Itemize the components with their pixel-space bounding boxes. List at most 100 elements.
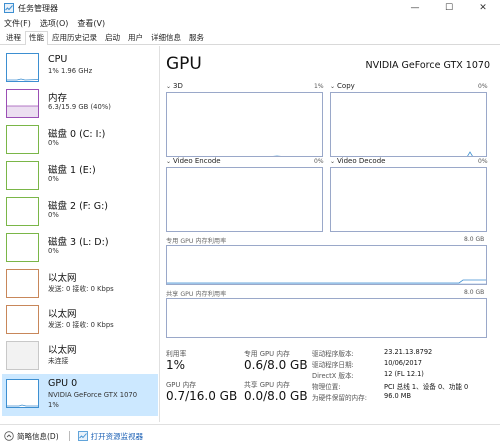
gpu-memory-stat-value: 0.7/16.0 GB (166, 389, 238, 403)
engine-3d-graph (166, 92, 323, 157)
ethernet-thumbnail-graph (6, 305, 39, 334)
tab-performance[interactable]: 性能 (25, 31, 48, 45)
open-resource-monitor-link[interactable]: 打开资源监视器 (77, 431, 144, 442)
window-controls: — ☐ ✕ (398, 0, 500, 16)
tab-details[interactable]: 详细信息 (147, 31, 185, 44)
sidebar-item-label: 以太网 (48, 273, 77, 284)
dedicated-memory-stat-label: 专用 GPU 内存 (244, 350, 290, 358)
engine-video-encode-graph (166, 167, 323, 232)
sidebar-item-detail: NVIDIA GeForce GTX 1070 (48, 391, 138, 399)
sidebar-item-detail: 发送: 0 接收: 0 Kbps (48, 285, 114, 293)
sidebar-item-disk-3[interactable]: 磁盘 3 (L: D:) 0% (2, 230, 158, 265)
engine-copy-percent: 0% (478, 83, 488, 90)
chevron-down-icon[interactable]: ⌄ (166, 83, 171, 90)
sidebar-item-label: 内存 (48, 93, 68, 104)
sidebar-item-ethernet-3[interactable]: 以太网 未连接 (2, 338, 158, 373)
sidebar-item-detail: 未连接 (48, 357, 69, 365)
chevron-down-icon[interactable]: ⌄ (330, 83, 335, 90)
menu-file[interactable]: 文件(F) (4, 18, 31, 29)
driver-date-label: 驱动程序日期: (312, 361, 354, 369)
resource-sidebar: CPU 1% 1.96 GHz 内存 6.3/15.9 GB (40%) 磁盘 … (0, 46, 160, 422)
directx-version-label: DirectX 版本: (312, 372, 354, 380)
dedicated-memory-graph (166, 245, 487, 285)
ethernet-thumbnail-graph (6, 269, 39, 298)
chevron-up-icon (4, 431, 14, 441)
disk-thumbnail-graph (6, 233, 39, 262)
minimize-button[interactable]: — (398, 0, 432, 16)
sidebar-item-ethernet-2[interactable]: 以太网 发送: 0 接收: 0 Kbps (2, 302, 158, 337)
physical-location-label: 物理位置: (312, 383, 341, 391)
sidebar-item-label: CPU (48, 54, 68, 65)
sidebar-item-detail: 0% (48, 139, 59, 147)
dedicated-memory-max: 8.0 GB (464, 236, 485, 243)
ethernet-thumbnail-graph (6, 341, 39, 370)
shared-memory-stat-value: 0.0/8.0 GB (244, 389, 308, 403)
sidebar-item-detail: 0% (48, 211, 59, 219)
dedicated-memory-stat-value: 0.6/8.0 GB (244, 358, 308, 372)
menu-view[interactable]: 查看(V) (77, 18, 105, 29)
fewer-details-label: 简略信息(D) (17, 431, 59, 441)
utilization-label: 利用率 (166, 350, 187, 358)
tab-processes[interactable]: 进程 (2, 31, 25, 44)
gpu-memory-stat-label: GPU 内存 (166, 381, 197, 389)
gpu-model-name: NVIDIA GeForce GTX 1070 (365, 60, 490, 71)
shared-memory-max: 8.0 GB (464, 289, 485, 296)
fewer-details-button[interactable]: 简略信息(D) (4, 431, 59, 442)
sidebar-item-detail: 6.3/15.9 GB (40%) (48, 103, 111, 111)
driver-version-label: 驱动程序版本: (312, 350, 354, 358)
sidebar-item-detail: 0% (48, 175, 59, 183)
tab-app-history[interactable]: 应用历史记录 (48, 31, 101, 44)
sidebar-item-ethernet-1[interactable]: 以太网 发送: 0 接收: 0 Kbps (2, 266, 158, 301)
sidebar-item-disk-0[interactable]: 磁盘 0 (C: I:) 0% (2, 122, 158, 157)
shared-memory-stat-label: 共享 GPU 内存 (244, 381, 290, 389)
shared-memory-label: 共享 GPU 内存利用率 (166, 291, 227, 298)
engine-video-decode-label[interactable]: ⌄ Video Decode (330, 157, 385, 165)
sidebar-item-detail: 1% 1.96 GHz (48, 67, 93, 75)
tab-users[interactable]: 用户 (124, 31, 147, 44)
footer-divider (68, 431, 70, 441)
sidebar-item-cpu[interactable]: CPU 1% 1.96 GHz (2, 50, 158, 85)
utilization-value: 1% (166, 358, 186, 372)
engine-copy-label[interactable]: ⌄ Copy (330, 82, 355, 90)
directx-version-value: 12 (FL 12.1) (384, 370, 424, 378)
sidebar-item-label: 磁盘 2 (F: G:) (48, 201, 109, 212)
disk-thumbnail-graph (6, 161, 39, 190)
engine-3d-percent: 1% (314, 83, 324, 90)
chevron-down-icon[interactable]: ⌄ (330, 158, 335, 165)
memory-thumbnail-graph (6, 89, 39, 118)
chevron-down-icon[interactable]: ⌄ (166, 158, 171, 165)
reserved-memory-value: 96.0 MB (384, 392, 411, 400)
sidebar-item-usage: 1% (48, 401, 59, 409)
sidebar-item-memory[interactable]: 内存 6.3/15.9 GB (40%) (2, 86, 158, 121)
tab-startup[interactable]: 启动 (101, 31, 124, 44)
resource-monitor-icon (77, 431, 88, 441)
sidebar-item-detail: 0% (48, 247, 59, 255)
engine-video-encode-label[interactable]: ⌄ Video Encode (166, 157, 221, 165)
engine-3d-label[interactable]: ⌄ 3D (166, 82, 183, 90)
reserved-memory-label: 为硬件保留的内存: (312, 394, 367, 402)
driver-version-value: 23.21.13.8792 (384, 348, 433, 356)
tab-services[interactable]: 服务 (185, 31, 208, 44)
maximize-button[interactable]: ☐ (432, 0, 466, 16)
open-resource-monitor-label: 打开资源监视器 (90, 431, 144, 441)
close-button[interactable]: ✕ (466, 0, 500, 16)
sidebar-item-label: GPU 0 (48, 378, 78, 389)
cpu-thumbnail-graph (6, 53, 39, 82)
sidebar-item-label: 磁盘 0 (C: I:) (48, 129, 106, 140)
title-bar: 任务管理器 — ☐ ✕ (0, 0, 500, 16)
engine-video-encode-percent: 0% (314, 158, 324, 165)
sidebar-item-disk-2[interactable]: 磁盘 2 (F: G:) 0% (2, 194, 158, 229)
page-title: GPU (166, 54, 202, 74)
menu-options[interactable]: 选项(O) (40, 18, 69, 29)
status-footer: 简略信息(D) 打开资源监视器 (0, 424, 500, 447)
sidebar-item-disk-1[interactable]: 磁盘 1 (E:) 0% (2, 158, 158, 193)
gpu-thumbnail-graph (6, 379, 39, 408)
engine-copy-graph (330, 92, 487, 157)
sidebar-item-detail: 发送: 0 接收: 0 Kbps (48, 321, 114, 329)
sidebar-item-gpu-0[interactable]: GPU 0 NVIDIA GeForce GTX 1070 1% (2, 374, 158, 416)
engine-video-decode-percent: 0% (478, 158, 488, 165)
gpu-detail-panel: GPU NVIDIA GeForce GTX 1070 ⌄ 3D 1% ⌄ Copy… (164, 46, 496, 422)
physical-location-value: PCI 总线 1、设备 0、功能 0 (384, 383, 469, 391)
menu-bar: 文件(F) 选项(O) 查看(V) (0, 16, 114, 30)
disk-thumbnail-graph (6, 197, 39, 226)
